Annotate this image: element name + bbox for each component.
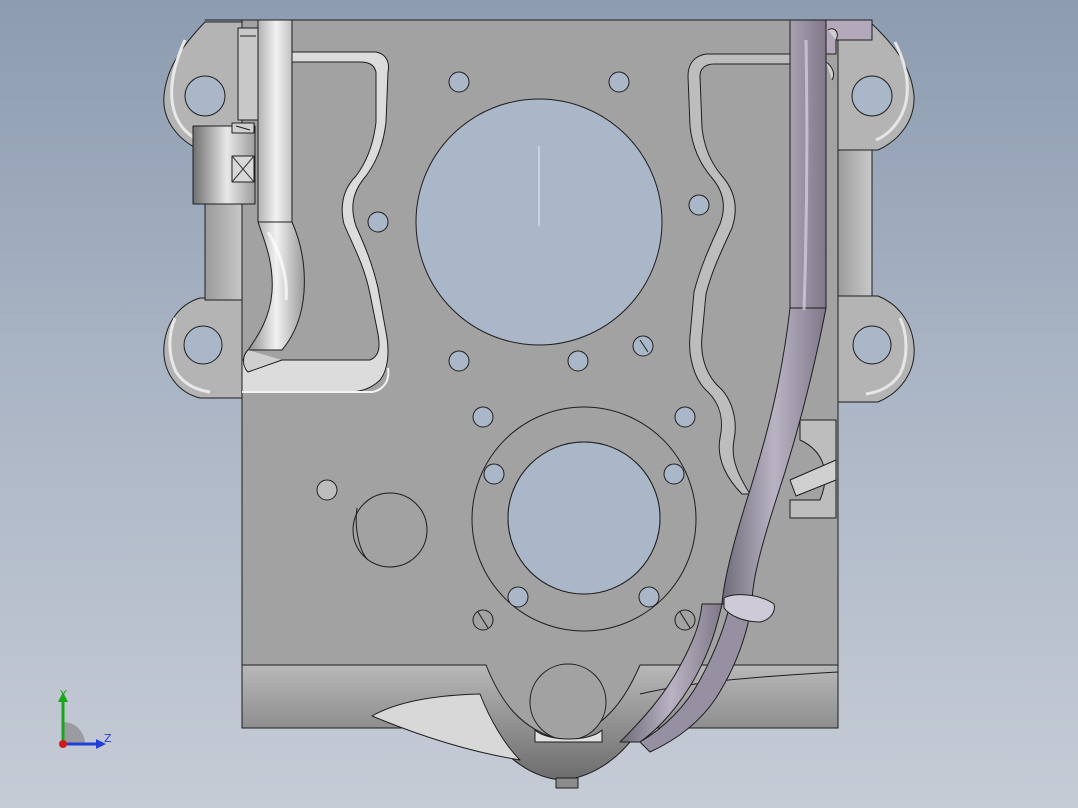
- right-side-flange: [835, 149, 873, 297]
- right-mounting-ear-top[interactable]: [835, 21, 915, 151]
- z-axis-label: Z: [104, 732, 112, 745]
- lower-bore[interactable]: [507, 441, 661, 595]
- left-sensor-boss[interactable]: [192, 122, 256, 205]
- cad-graphics-viewport[interactable]: Y Z: [0, 0, 1078, 808]
- x-axis-icon: [59, 740, 67, 748]
- left-ear-bottom-hole: [183, 325, 223, 365]
- right-ear-bottom-hole: [852, 325, 892, 365]
- bottom-port[interactable]: [529, 663, 607, 741]
- lower-bearing-flange[interactable]: [471, 406, 697, 632]
- left-mounting-ear-bottom[interactable]: [163, 297, 243, 399]
- gear-housing-model[interactable]: [0, 0, 1078, 808]
- side-blind-hole[interactable]: [352, 492, 428, 568]
- right-ear-top-hole: [851, 75, 893, 117]
- left-ear-top-hole: [184, 75, 226, 117]
- coordinate-triad: Y Z: [58, 688, 112, 749]
- right-mounting-ear-bottom[interactable]: [835, 295, 915, 403]
- y-axis-label: Y: [59, 688, 67, 701]
